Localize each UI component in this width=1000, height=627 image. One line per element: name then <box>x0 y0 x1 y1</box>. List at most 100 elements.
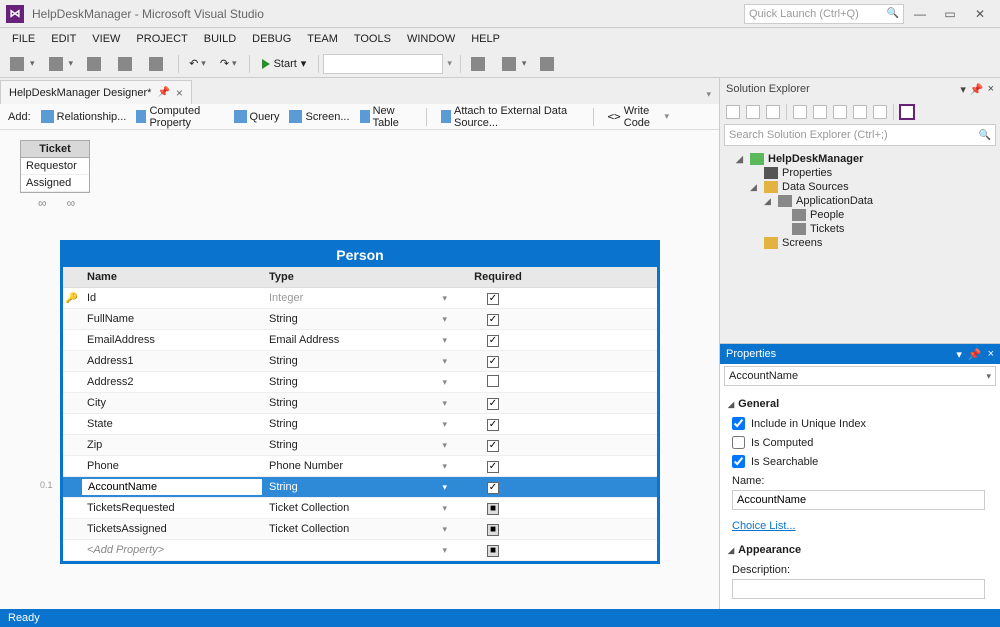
tabs-menu-icon[interactable]: ▾ <box>698 85 719 104</box>
menu-debug[interactable]: DEBUG <box>244 31 299 47</box>
pin-icon[interactable]: 📌 <box>157 87 169 98</box>
menu-project[interactable]: PROJECT <box>128 31 195 47</box>
menu-help[interactable]: HELP <box>463 31 508 47</box>
write-code-button[interactable]: <>Write Code▾ <box>608 105 670 129</box>
undo-button[interactable]: ↶▾ <box>183 55 212 72</box>
se-back-icon[interactable] <box>726 105 740 119</box>
property-type-cell[interactable]: ▾ <box>263 545 453 556</box>
property-required-cell[interactable]: ✓ <box>453 481 533 494</box>
save-all-button[interactable] <box>143 55 172 73</box>
property-type-cell[interactable]: Email Address▾ <box>263 334 453 346</box>
ticket-field[interactable]: Requestor <box>21 158 89 175</box>
property-name-cell[interactable]: Id <box>81 292 263 304</box>
tree-properties[interactable]: Properties <box>724 166 1000 180</box>
property-required-cell[interactable]: ✓ <box>453 292 533 305</box>
menu-file[interactable]: FILE <box>4 31 43 47</box>
required-checkbox[interactable]: ✓ <box>487 398 499 410</box>
se-sync-icon[interactable] <box>813 105 827 119</box>
toolbar-button[interactable] <box>534 55 563 73</box>
property-required-cell[interactable]: ■ <box>453 502 533 515</box>
solution-explorer-search[interactable]: Search Solution Explorer (Ctrl+;) <box>724 124 996 146</box>
se-fwd-icon[interactable] <box>746 105 760 119</box>
required-checkbox[interactable]: ✓ <box>487 461 499 473</box>
property-row[interactable]: 🔑IdInteger▾✓ <box>63 288 657 309</box>
close-icon[interactable]: × <box>988 348 994 360</box>
property-required-cell[interactable]: ✓ <box>453 313 533 326</box>
property-required-cell[interactable]: ✓ <box>453 439 533 452</box>
ticket-field[interactable]: Assigned <box>21 175 89 192</box>
property-name-cell[interactable]: AccountName <box>81 478 263 496</box>
menu-edit[interactable]: EDIT <box>43 31 84 47</box>
property-name-cell[interactable]: City <box>81 397 263 409</box>
properties-context-dropdown[interactable]: AccountName▾ <box>724 366 996 386</box>
property-type-cell[interactable]: String▾ <box>263 418 453 430</box>
menu-build[interactable]: BUILD <box>196 31 244 47</box>
property-type-cell[interactable]: String▾ <box>263 439 453 451</box>
property-type-cell[interactable]: Ticket Collection▾ <box>263 523 453 535</box>
property-name-cell[interactable]: <Add Property> <box>81 544 263 556</box>
required-checkbox[interactable]: ✓ <box>487 419 499 431</box>
property-row[interactable]: PhonePhone Number▾✓ <box>63 456 657 477</box>
property-row[interactable]: Address2String▾ <box>63 372 657 393</box>
property-row[interactable]: EmailAddressEmail Address▾✓ <box>63 330 657 351</box>
se-refresh-icon[interactable] <box>793 105 807 119</box>
menu-window[interactable]: WINDOW <box>399 31 463 47</box>
property-type-cell[interactable]: String▾ <box>263 376 453 388</box>
toolbar-button[interactable]: ▾ <box>496 55 533 73</box>
is-searchable-checkbox[interactable] <box>732 455 745 468</box>
designer-canvas[interactable]: Ticket Requestor Assigned ∞∞ 0.1 Person … <box>0 130 719 609</box>
property-row[interactable]: FullNameString▾✓ <box>63 309 657 330</box>
property-row[interactable]: Address1String▾✓ <box>63 351 657 372</box>
property-row[interactable]: StateString▾ ✓ <box>63 414 657 435</box>
property-name-cell[interactable]: FullName <box>81 313 263 325</box>
tree-table-people[interactable]: People <box>724 208 1000 222</box>
pin-icon[interactable]: 📌 <box>970 83 984 96</box>
section-general[interactable]: General <box>728 394 992 414</box>
menu-view[interactable]: VIEW <box>84 31 128 47</box>
section-appearance[interactable]: Appearance <box>728 540 992 560</box>
property-required-cell[interactable]: ✓ <box>453 355 533 368</box>
close-button[interactable]: ✕ <box>966 4 994 24</box>
property-row[interactable]: <Add Property>▾■ <box>63 540 657 561</box>
toolbar-button[interactable] <box>465 55 494 73</box>
required-checkbox[interactable] <box>487 375 499 387</box>
config-dropdown[interactable] <box>323 54 443 74</box>
is-computed-checkbox[interactable] <box>732 436 745 449</box>
close-icon[interactable]: × <box>988 83 994 96</box>
required-checkbox[interactable]: ✓ <box>487 293 499 305</box>
property-name-cell[interactable]: EmailAddress <box>81 334 263 346</box>
property-name-cell[interactable]: Address1 <box>81 355 263 367</box>
prop-include-unique[interactable]: Include in Unique Index <box>728 414 992 433</box>
person-entity[interactable]: Person Name Type Required 🔑IdInteger▾✓Fu… <box>60 240 660 564</box>
property-required-cell[interactable]: ✓ <box>453 460 533 473</box>
property-name-cell[interactable]: State <box>81 418 263 430</box>
property-name-cell[interactable]: Zip <box>81 439 263 451</box>
tree-data-sources[interactable]: ◢Data Sources <box>724 180 1000 194</box>
property-row[interactable]: ZipString▾✓ <box>63 435 657 456</box>
tree-project[interactable]: ◢HelpDeskManager <box>724 152 1000 166</box>
dropdown-icon[interactable]: ▾ <box>956 348 962 361</box>
property-required-cell[interactable]: ■ <box>453 544 533 557</box>
nav-back-button[interactable]: ▾ <box>4 55 41 73</box>
property-row[interactable]: AccountNameString▾✓ <box>63 477 657 498</box>
maximize-button[interactable]: ▭ <box>936 4 964 24</box>
add-relationship-button[interactable]: Relationship... <box>41 110 127 123</box>
col-header-required[interactable]: Required <box>453 267 543 287</box>
property-row[interactable]: TicketsAssignedTicket Collection▾■ <box>63 519 657 540</box>
prop-name-input[interactable] <box>732 490 985 510</box>
required-checkbox[interactable]: ■ <box>487 524 499 536</box>
new-table-button[interactable]: New Table <box>360 105 413 129</box>
prop-is-computed[interactable]: Is Computed <box>728 433 992 452</box>
tab-close-icon[interactable]: × <box>176 86 183 100</box>
property-type-cell[interactable]: String▾ <box>263 481 453 493</box>
property-required-cell[interactable]: ✓ <box>453 334 533 347</box>
start-debug-button[interactable]: Start▾ <box>254 55 315 72</box>
property-required-cell[interactable]: ✓ <box>453 397 533 410</box>
property-required-cell[interactable]: ✓ <box>453 418 533 431</box>
se-show-icon[interactable] <box>853 105 867 119</box>
ticket-entity[interactable]: Ticket Requestor Assigned <box>20 140 90 193</box>
quick-launch-input[interactable]: Quick Launch (Ctrl+Q) <box>744 4 904 24</box>
add-screen-button[interactable]: Screen... <box>289 110 349 123</box>
open-button[interactable] <box>81 55 110 73</box>
add-computed-property-button[interactable]: Computed Property <box>136 105 223 129</box>
